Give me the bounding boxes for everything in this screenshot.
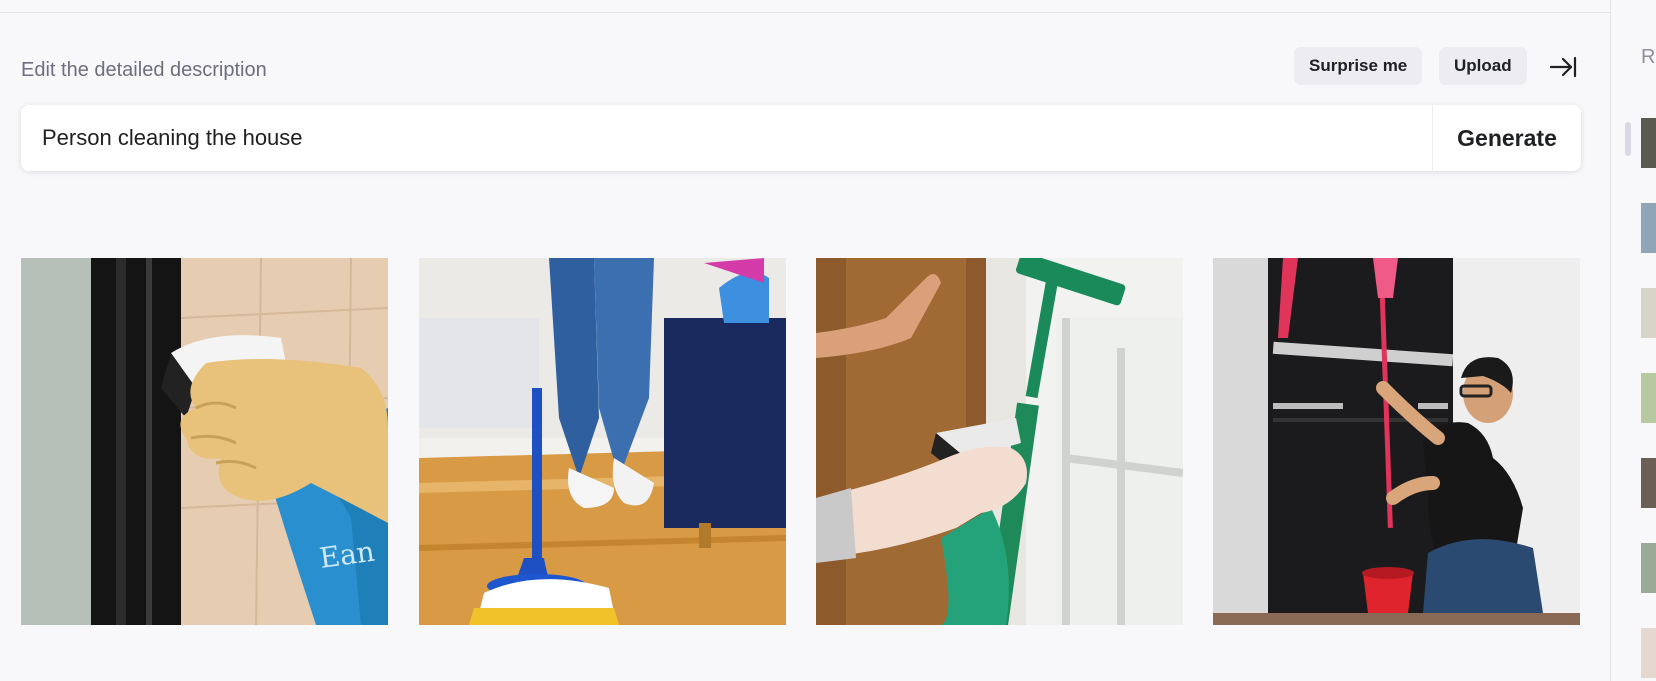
prompt-input[interactable]: [21, 105, 1432, 171]
arrow-right-to-line-icon[interactable]: [1547, 51, 1579, 83]
man-cleaning-fridge-image: [1213, 258, 1580, 625]
history-sidebar: R: [1610, 0, 1656, 681]
top-divider: [0, 0, 1610, 13]
sidebar-title: R: [1641, 46, 1656, 68]
results-grid: Ean: [21, 258, 1581, 625]
result-image-4[interactable]: [1213, 258, 1580, 625]
history-thumbnail[interactable]: [1641, 118, 1656, 168]
history-thumbnail[interactable]: [1641, 458, 1656, 508]
history-thumbnail[interactable]: [1641, 203, 1656, 253]
history-thumbnail[interactable]: [1641, 543, 1656, 593]
upload-button[interactable]: Upload: [1439, 47, 1527, 85]
result-image-1[interactable]: Ean: [21, 258, 388, 625]
history-thumbnail[interactable]: [1641, 288, 1656, 338]
sidebar-scrollbar[interactable]: [1625, 122, 1631, 156]
prompt-bar: Generate: [21, 105, 1581, 171]
history-thumbnail[interactable]: [1641, 628, 1656, 678]
result-image-2[interactable]: [419, 258, 786, 625]
mopping-floor-image: [419, 258, 786, 625]
description-heading: Edit the detailed description: [21, 59, 267, 81]
result-image-3[interactable]: [816, 258, 1183, 625]
squeegee-window-image: [816, 258, 1183, 625]
header-row: Edit the detailed description Surprise m…: [21, 47, 1581, 91]
history-thumbnail[interactable]: [1641, 373, 1656, 423]
generate-button[interactable]: Generate: [1432, 105, 1581, 171]
surprise-me-button[interactable]: Surprise me: [1294, 47, 1423, 85]
cleaning-spray-glove-image: Ean: [21, 258, 388, 625]
